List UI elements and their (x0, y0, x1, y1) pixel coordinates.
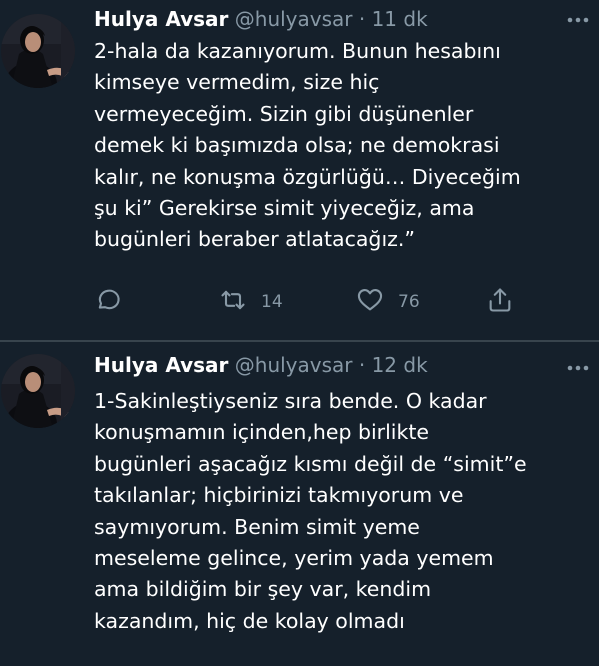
retweet-icon (219, 286, 247, 319)
tweet[interactable]: Hulya Avsar @hulyavsar · 11 dk 2-hala da… (0, 0, 599, 340)
tweet-text-line: 1-Sakinleştiyseniz sıra bende. O kadar (94, 389, 487, 413)
tweet-text-line: konuşmamın içinden,hep birlikte (94, 420, 430, 445)
separator-dot: · (358, 7, 366, 31)
more-options-icon[interactable] (565, 10, 591, 30)
avatar[interactable] (1, 354, 75, 428)
author-handle[interactable]: @hulyavsar (235, 353, 353, 377)
tweet[interactable]: Hulya Avsar @hulyavsar · 12 dk 1-Sakinle… (0, 342, 599, 666)
tweet-header: Hulya Avsar @hulyavsar · 12 dk (94, 350, 428, 380)
retweet-button[interactable]: 14 (219, 285, 283, 319)
tweet-text-line: ama bildiğim bir şey var, kendim (94, 577, 432, 602)
more-options-icon[interactable] (565, 358, 591, 378)
reply-button[interactable] (94, 285, 122, 319)
tweet-text-line: şu ki” Gerekirse simit yiyeceğiz, ama (94, 196, 475, 221)
tweet-text-line: kazandım, hiç de kolay olmadı (94, 608, 405, 633)
reply-icon (94, 286, 122, 319)
share-icon (486, 286, 514, 319)
timestamp[interactable]: 12 dk (372, 353, 428, 377)
tweet-text-line: 2-hala da kazanıyorum. Bunun hesabını (94, 39, 501, 63)
separator-dot: · (358, 353, 366, 377)
heart-icon (356, 286, 384, 319)
tweet-text: 1-Sakinleştiyseniz sıra bende. O kadar k… (94, 386, 594, 637)
tweet-text-line: takılanlar; hiçbirinizi takmıyorum ve (94, 483, 464, 508)
tweet-text: 2-hala da kazanıyorum. Bunun hesabını ki… (94, 36, 594, 256)
tweet-text-line: saymıyorum. Benim simit yeme (94, 514, 420, 539)
tweet-text-line: kimseye vermedim, size hiç (94, 70, 380, 95)
tweet-text-line: bugünleri aşacağız kısmı değil de “simit… (94, 451, 527, 476)
tweet-actions: 14 76 (94, 285, 524, 319)
author-name[interactable]: Hulya Avsar (94, 7, 228, 31)
like-count: 76 (398, 292, 420, 312)
tweet-text-line: demek ki başımızda olsa; ne demokrasi (94, 133, 500, 158)
tweet-text-line: kalır, ne konuşma özgürlüğü… Diyeceğim (94, 164, 521, 189)
tweet-text-line: vermeyeceğim. Sizin gibi düşünenler (94, 101, 474, 126)
tweet-text-line: bugünleri beraber atlatacağız.” (94, 227, 416, 252)
retweet-count: 14 (261, 292, 283, 312)
like-button[interactable]: 76 (356, 285, 420, 319)
author-name[interactable]: Hulya Avsar (94, 353, 228, 377)
author-handle[interactable]: @hulyavsar (235, 7, 353, 31)
share-button[interactable] (486, 285, 514, 319)
tweet-header: Hulya Avsar @hulyavsar · 11 dk (94, 4, 428, 34)
tweet-text-line: meseleme gelince, yerim yada yemem (94, 546, 494, 571)
timestamp[interactable]: 11 dk (372, 7, 428, 31)
avatar[interactable] (1, 14, 75, 88)
